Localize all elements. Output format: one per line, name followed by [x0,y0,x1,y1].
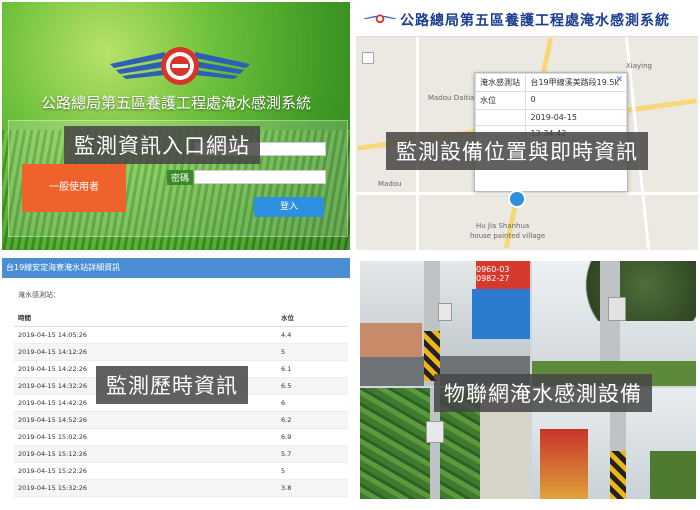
table-row: 水位 0 [474,91,627,110]
history-header: 台19線安定海寮淹水站詳細資訊 [2,258,350,278]
history-panel: 台19線安定海寮淹水站詳細資訊 淹水感測站： 時間 水位 2019-04-15 … [2,258,350,500]
station-sub-label: 淹水感測站： [18,291,60,299]
level-cell: 6.2 [277,411,348,429]
map-header: 公路總局第五區養護工程處淹水感測系統 [356,2,698,37]
hazard-stripes [610,451,626,499]
table-row: 2019-04-15 14:52:26 6.2 [14,411,348,429]
table-row: 2019-04-15 15:32:26 3.8 [14,479,348,497]
popup-value: 0 [525,91,627,110]
highway-bureau-logo-icon [364,14,396,24]
table-row: 2019-04-15 14:05:26 4.4 [14,326,348,344]
table-row: 2019-04-15 15:12:26 5.7 [14,445,348,463]
map-road [356,192,698,195]
building [360,323,422,357]
popup-key: 淹水感測站 [474,73,527,92]
shrub [650,451,696,499]
time-cell: 2019-04-15 15:22:26 [14,462,277,480]
column-header: 水位 [277,308,348,327]
time-cell: 2019-04-15 14:12:26 [14,343,277,361]
map-place-label: Hu Jia Shanhua [476,222,530,230]
system-title: 公路總局第五區養護工程處淹水感測系統 [40,94,311,112]
time-cell: 2019-04-15 14:52:26 [14,411,277,429]
password-label: 密碼 [167,170,194,185]
close-icon[interactable]: ✕ [615,75,623,85]
device-photos-panel: 0960-03 0982-27 物聯網淹水感測設備 [360,261,696,499]
time-cell: 2019-04-15 15:02:26 [14,428,277,446]
login-button[interactable]: 登入 [254,197,324,217]
map-place-label: Xiaying [626,62,652,70]
sensor-box-icon [438,303,452,321]
highway-bureau-logo-icon [110,47,250,85]
sensor-box-icon [608,297,626,321]
table-row: 2019-04-15 [474,109,627,126]
time-cell: 2019-04-15 14:05:26 [14,326,277,344]
device-caption: 物聯網淹水感測設備 [434,374,652,412]
general-user-button[interactable]: 一般使用者 [22,164,126,212]
map-place-label: Madou Daitian [428,94,479,102]
table-row: 淹水感測站 台19甲線溪美路段19.5k [474,73,627,92]
level-cell: 3.8 [277,479,348,497]
sensor-box-icon [426,421,444,443]
password-field[interactable] [194,170,326,184]
popup-key [474,109,527,126]
table-row: 2019-04-15 15:02:26 6.9 [14,428,348,446]
portal-caption: 監測資訊入口網站 [64,126,260,164]
roadside-sign [472,289,530,339]
level-cell: 6.9 [277,428,348,446]
map-panel: 公路總局第五區養護工程處淹水感測系統 Madou Daitian Hu Jia … [356,2,698,250]
history-caption: 監測歷時資訊 [96,366,248,404]
map-header-title: 公路總局第五區養護工程處淹水感測系統 [400,13,670,29]
level-cell: 6.5 [277,377,348,395]
level-cell: 6 [277,394,348,412]
level-cell: 5 [277,343,348,361]
level-cell: 5.7 [277,445,348,463]
station-marker-icon[interactable] [508,190,526,208]
table-header-row: 時間 水位 [14,308,348,327]
tree-canopy [570,261,696,321]
time-cell: 2019-04-15 15:12:26 [14,445,277,463]
map-place-label: house painted village [470,232,546,240]
login-portal-panel: 公路總局第五區養護工程處淹水感測系統 密碼 一般使用者 登入 監測資訊入口網站 [2,2,350,250]
popup-key: 水位 [474,91,527,110]
level-cell: 6.1 [277,360,348,378]
column-header: 時間 [14,308,277,327]
popup-value: 台19甲線溪美路段19.5k [525,73,627,92]
popup-value: 2019-04-15 [525,109,627,126]
map-caption: 監測設備位置與即時資訊 [386,132,648,170]
level-cell: 5 [277,462,348,480]
shrine [540,429,588,499]
table-row: 2019-04-15 15:22:26 5 [14,462,348,480]
time-cell: 2019-04-15 15:32:26 [14,479,277,497]
table-row: 2019-04-15 14:12:26 5 [14,343,348,361]
level-cell: 4.4 [277,326,348,344]
map-layer-toggle[interactable] [362,52,374,64]
sign-phone-text: 0960-03 0982-27 [476,265,510,283]
map-place-label: Madou [378,180,402,188]
